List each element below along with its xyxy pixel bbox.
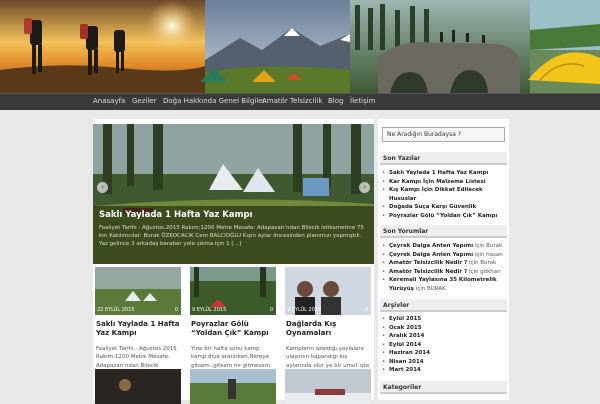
list-item[interactable]: • Eylül 2014 [380,341,507,350]
comment-author: hasan [486,251,503,258]
comment-count: 0 [364,307,368,313]
post-date: 9 EYLÜL 2015 [192,307,227,313]
comment-count: 0 [174,307,178,313]
recent-post-link[interactable]: Poyrazlar Gölü “Yoldan Çık” Kampı [389,213,497,219]
nav-item-nature-info[interactable]: Doğa Hakkında Genel Bilgiler [163,97,265,105]
list-item[interactable]: • Doğada Suça Karşı Güvenlik [380,203,507,212]
recent-post-link[interactable]: Saklı Yaylada 1 Hafta Yaz Kampı [389,170,488,176]
comment-author: BURAK [426,285,446,292]
comment-post-link[interactable]: Amatör Telsizcilik Nedir ? [389,269,467,275]
thumbnail-photo [190,369,276,404]
comment-separator: için [473,251,487,258]
archive-link[interactable]: Nisan 2014 [389,359,424,365]
list-item: • Keremali Yaylasına 35 Kilometrelik Yürü… [382,277,497,292]
slider-excerpt: Faaliyet Tarihi : Ağustos.2015 Rakım:120… [99,225,364,247]
post-excerpt: Faaliyet Tarihi : Ağustos.2015 Rakım:120… [96,346,177,369]
list-item: • Çeyrek Dalga Anten Yapımı için Burak [382,243,503,249]
comment-separator: için [473,243,487,249]
list-item[interactable]: • Saklı Yaylada 1 Hafta Yaz Kampı [380,169,507,178]
comment-author: Burak [486,243,503,249]
post-thumbnail[interactable] [95,369,181,404]
archives-list: • Eylül 2015 • Ocak 2015 • Aralık 2014 • Eyl… [380,315,507,375]
recent-posts-list: • Saklı Yaylada 1 Hafta Yaz Kampı • Kar Ka… [380,169,507,220]
list-item[interactable]: • Poyrazlar Gölü “Yoldan Çık” Kampı [380,212,507,221]
comment-author: Burak [480,260,497,267]
comment-separator: için [413,285,427,292]
comment-author: gökhan [480,268,501,275]
list-item: • Amatör Telsizcilik Nedir ? için Burak [382,260,497,267]
widget-title-recent-posts: Son Yazılar [380,152,507,165]
comment-separator: için [467,268,481,275]
archive-link[interactable]: Eylül 2015 [389,316,421,322]
archive-link[interactable]: Mart 2014 [389,367,421,373]
slider-next-button[interactable]: › [359,182,370,193]
archive-link[interactable]: Eylül 2014 [389,342,421,348]
post-title[interactable]: Poyrazlar Gölü “Yoldan Çık” Kampı [191,320,275,338]
featured-slider[interactable]: ‹ › Saklı Yaylada 1 Hafta Yaz Kampı Faal… [93,124,374,264]
post-title[interactable]: Dağlarda Kış Oynamaları [286,320,370,338]
post-date: 9 EYLÜL 2015 [287,307,322,313]
comment-post-link[interactable]: Amatör Telsizcilik Nedir ? [389,260,467,266]
nav-item-home[interactable]: Anasayfa [93,97,125,105]
archive-link[interactable]: Aralık 2014 [389,333,424,339]
recent-post-link[interactable]: Doğada Suça Karşı Güvenlik [389,204,476,210]
recent-comments-list: • Çeyrek Dalga Anten Yapımı için Burak • Ç… [380,242,507,293]
slider-title[interactable]: Saklı Yaylada 1 Hafta Yaz Kampı [99,210,368,220]
comment-count: 0 [269,307,273,313]
list-item[interactable]: • Nisan 2014 [380,358,507,367]
banner-photo-collage [0,0,600,93]
nav-item-contact[interactable]: İletişim [350,97,375,105]
post-thumbnail[interactable]: 9 EYLÜL 2015 0 [190,267,276,315]
post-thumbnail[interactable] [190,369,276,404]
thumbnail-photo [285,369,371,404]
archive-link[interactable]: Haziran 2014 [389,350,430,356]
comment-separator: için [467,260,481,267]
widget-title-recent-comments: Son Yorumlar [380,225,507,238]
widget-title-archives: Arşivler [380,299,507,312]
post-thumbnail[interactable]: 9 EYLÜL 2015 0 [285,267,371,315]
list-item[interactable]: • Ocak 2015 [380,324,507,333]
list-item[interactable]: • Haziran 2014 [380,349,507,358]
post-date: 22 EYLÜL 2015 [97,307,135,313]
comment-post-link[interactable]: Çeyrek Dalga Anten Yapımı [389,252,473,258]
list-item: • Amatör Telsizcilik Nedir ? için gökhan [382,268,501,275]
post-thumbnail[interactable]: 22 EYLÜL 2015 0 [95,267,181,315]
list-item: • Çeyrek Dalga Anten Yapımı için hasan [382,251,503,258]
nav-item-trips[interactable]: Geziler [132,97,156,105]
nav-item-blog[interactable]: Blog [328,97,343,105]
widget-title-categories: Kategoriler [380,381,507,394]
main-nav: Anasayfa Geziler Doğa Hakkında Genel Bil… [0,93,600,110]
list-item[interactable]: • Kar Kampı İçin Malzeme Listesi [380,178,507,187]
list-item[interactable]: • Kış Kampı İçin Dikkat Edilecek Hususlar [380,186,507,203]
recent-post-link[interactable]: Kar Kampı İçin Malzeme Listesi [389,179,486,185]
recent-post-link[interactable]: Kış Kampı İçin Dikkat Edilecek Hususlar [389,187,483,202]
slider-caption: Saklı Yaylada 1 Hafta Yaz Kampı Faaliyet… [93,206,374,264]
post-thumbnail[interactable] [285,369,371,404]
thumbnail-photo [95,369,181,404]
main-content: ‹ › Saklı Yaylada 1 Hafta Yaz Kampı Faal… [93,119,374,404]
list-item[interactable]: • Mart 2014 [380,366,507,375]
nav-item-ham-radio[interactable]: Amatör Telsizcilik [262,97,322,105]
sidebar: Ne Aradığın Buradaysa ? Son Yazılar • Sak… [378,119,509,400]
slider-prev-button[interactable]: ‹ [97,182,108,193]
list-item[interactable]: • Eylül 2015 [380,315,507,324]
comment-post-link[interactable]: Çeyrek Dalga Anten Yapımı [389,243,473,249]
archive-link[interactable]: Ocak 2015 [389,325,422,331]
search-input[interactable]: Ne Aradığın Buradaysa ? [382,127,505,142]
list-item[interactable]: • Aralık 2014 [380,332,507,341]
header-banner [0,0,600,93]
post-title[interactable]: Saklı Yaylada 1 Hafta Yaz Kampı [96,320,180,338]
